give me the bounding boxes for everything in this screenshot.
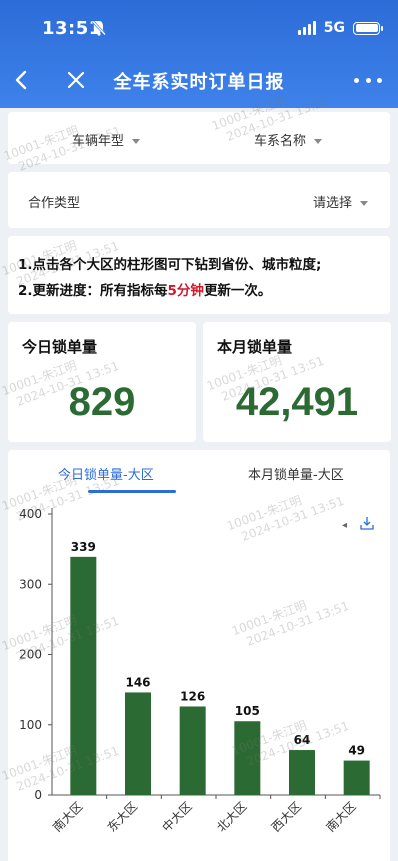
bar-value-label: 126	[180, 689, 205, 703]
x-tick-label: 东大区	[105, 799, 140, 834]
x-tick-label: 西大区	[269, 799, 304, 834]
notes-panel: 1.点击各个大区的柱形图可下钻到省份、城市粒度; 2.更新进度：所有指标每5分钟…	[8, 236, 390, 314]
battery-icon	[353, 21, 383, 35]
x-tick-label: 中大区	[159, 799, 195, 835]
x-tick-label: 南大区	[323, 799, 359, 835]
model-year-label: 车辆年型	[72, 134, 125, 149]
bar	[70, 556, 97, 795]
filter-row-cooperation: 合作类型 请选择	[8, 172, 390, 228]
bell-muted-icon	[92, 20, 106, 36]
kpi-today-card[interactable]: 今日锁单量 829	[8, 322, 196, 442]
filter-row-vehicle: 车辆年型 车系名称	[8, 112, 390, 164]
update-interval-highlight: 5分钟	[167, 283, 204, 299]
model-year-dropdown[interactable]: 车辆年型	[72, 130, 141, 149]
bar-value-label: 105	[235, 704, 260, 718]
kpi-today-label: 今日锁单量	[22, 338, 98, 356]
nav-bar: 全车系实时订单日报	[0, 60, 398, 100]
x-tick-label: 北大区	[214, 799, 249, 834]
signal-icon	[297, 21, 316, 35]
kpi-month-card[interactable]: 本月锁单量 42,491	[203, 322, 391, 442]
y-tick-label: 300	[19, 577, 42, 591]
bar	[289, 750, 315, 795]
chevron-down-icon	[314, 139, 323, 144]
chevron-down-icon	[360, 201, 368, 206]
tab-month-region[interactable]: 本月锁单量-大区	[248, 464, 344, 483]
series-name-label: 车系名称	[254, 134, 307, 149]
tab-today-region[interactable]: 今日锁单量-大区	[58, 464, 154, 483]
series-name-dropdown[interactable]: 车系名称	[254, 130, 323, 149]
bar	[179, 706, 206, 795]
app-header: 13:51 5G 全车系实时订单日报	[0, 0, 398, 108]
bar	[125, 692, 151, 795]
bar	[343, 760, 370, 795]
note-line-2: 2.更新进度：所有指标每5分钟更新一次。	[18, 283, 272, 299]
page-title: 全车系实时订单日报	[113, 72, 285, 93]
chevron-down-icon	[132, 139, 141, 144]
status-indicators: 5G	[297, 16, 383, 40]
y-tick-label: 400	[19, 507, 42, 521]
active-tab-indicator	[88, 490, 176, 493]
bar-value-label: 49	[348, 744, 365, 758]
bar-value-label: 64	[294, 733, 311, 747]
region-chart-card: 今日锁单量-大区 本月锁单量-大区 ◂ 0 100 200 300 400 339 南大区 1…	[8, 450, 390, 861]
bar	[234, 721, 261, 795]
kpi-today-value: 829	[68, 380, 136, 424]
more-icon[interactable]	[354, 68, 382, 92]
y-tick-label: 0	[34, 788, 42, 802]
cooperation-type-label: 合作类型	[28, 196, 81, 211]
y-tick-label: 100	[19, 718, 42, 732]
x-tick-label: 南大区	[49, 799, 85, 835]
network-type: 5G	[323, 20, 345, 36]
kpi-month-label: 本月锁单量	[217, 338, 293, 356]
chart-tabs: 今日锁单量-大区 本月锁单量-大区	[8, 450, 390, 496]
kpi-month-value: 42,491	[235, 380, 359, 424]
y-tick-label: 200	[19, 648, 42, 662]
bar-value-label: 339	[71, 540, 96, 554]
cooperation-select-placeholder: 请选择	[312, 196, 352, 211]
bar-value-label: 146	[125, 675, 150, 689]
region-bar-chart: 0 100 200 300 400 339 南大区 146 东大区 126 中大区 105 北大区 64 西…	[19, 507, 381, 835]
cooperation-type-select[interactable]: 请选择	[313, 192, 368, 211]
note-line-1: 1.点击各个大区的柱形图可下钻到省份、城市粒度;	[18, 257, 322, 273]
